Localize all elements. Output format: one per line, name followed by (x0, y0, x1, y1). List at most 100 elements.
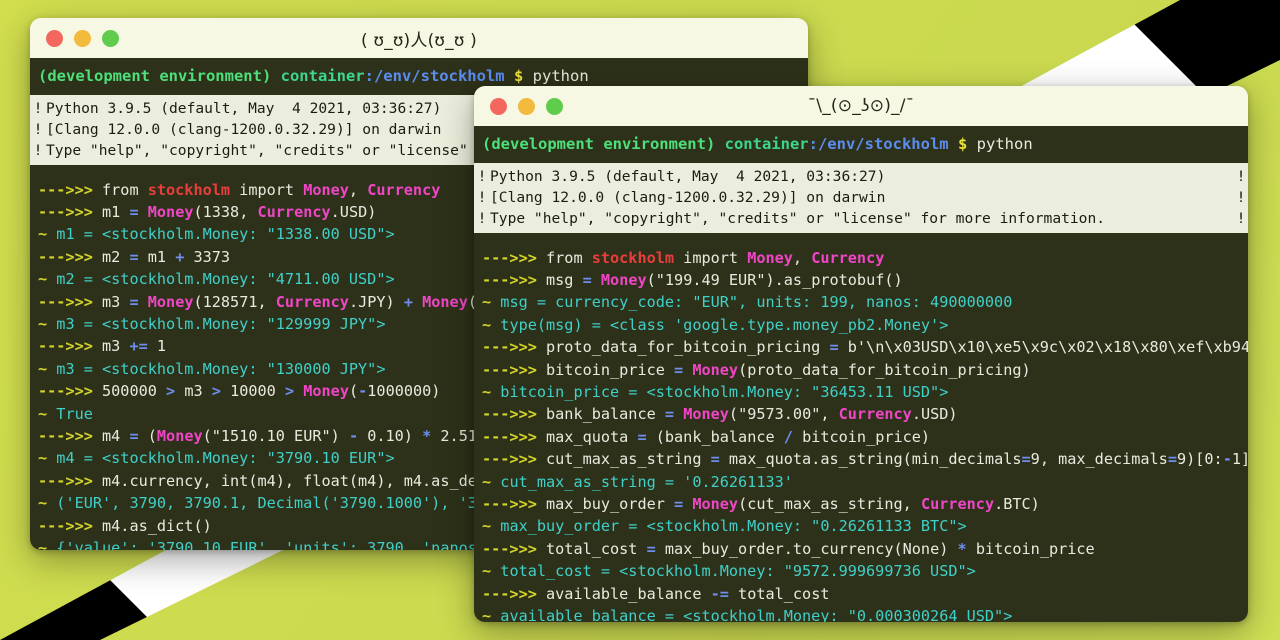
code-token: = (129, 247, 139, 266)
python-banner-line: ! [Clang 12.0.0 (clang-1200.0.32.29)] on … (474, 187, 1248, 208)
repl-prompt-marker: ~ (38, 314, 57, 333)
repl-output-2: --->>> from stockholm import Money, Curr… (474, 233, 1248, 623)
repl-input-line: --->>> from stockholm import Money, Curr… (482, 247, 1248, 269)
repl-prompt-marker: --->>> (482, 338, 547, 357)
repl-prompt-marker: --->>> (482, 494, 547, 513)
repl-result-text: cut_max_as_string = '0.26261133' (500, 472, 793, 491)
code-token: .USD) (911, 405, 958, 424)
code-token: = (582, 270, 592, 289)
prompt-dollar-2: $ (957, 135, 968, 153)
banner-text: Python 3.9.5 (default, May 4 2021, 03:36… (46, 99, 442, 117)
code-token: = (646, 539, 656, 558)
repl-result-text: m3 = <stockholm.Money: "129999 JPY"> (56, 314, 386, 333)
repl-input-line: --->>> cut_max_as_string = max_quota.as_… (482, 448, 1248, 470)
repl-result-text: msg = currency_code: "EUR", units: 199, … (500, 293, 1013, 312)
code-token: - (358, 382, 368, 401)
repl-input-line: --->>> available_balance -= total_cost (482, 583, 1248, 605)
code-token: 9, max_decimals (1030, 450, 1168, 469)
repl-prompt-marker: ~ (38, 539, 57, 550)
code-token: max_quota.as_string(min_decimals (719, 450, 1022, 469)
terminal-window-2[interactable]: ¯\_(⊙_ʖ⊙)_/¯ (development environment) c… (474, 86, 1248, 622)
repl-input-line: --->>> bank_balance = Money("9573.00", C… (482, 403, 1248, 425)
minimize-button-icon[interactable] (74, 29, 91, 47)
close-button-icon[interactable] (490, 97, 507, 115)
minimize-button-icon[interactable] (518, 97, 535, 115)
code-token: ("199.49 EUR").as_protobuf() (646, 270, 903, 289)
code-token: 1000000) (367, 382, 441, 401)
code-token: = (1021, 450, 1031, 469)
repl-output-line: ~ total_cost = <stockholm.Money: "9572.9… (482, 560, 1248, 582)
repl-prompt-marker: --->>> (38, 292, 103, 311)
terminal-body-2[interactable]: (development environment) container:/env… (474, 126, 1248, 622)
repl-prompt-marker: --->>> (482, 405, 547, 424)
code-token: * (422, 426, 432, 445)
repl-prompt-marker: ~ (38, 494, 57, 513)
code-token: 500000 (102, 382, 167, 401)
titlebar-2[interactable]: ¯\_(⊙_ʖ⊙)_/¯ (474, 86, 1248, 126)
code-token: from (546, 248, 592, 267)
repl-input-line: --->>> max_buy_order = Money(cut_max_as_… (482, 493, 1248, 515)
repl-prompt-marker: --->>> (482, 248, 547, 267)
repl-prompt-marker: --->>> (482, 270, 547, 289)
repl-result-text: type(msg) = <class 'google.type.money_pb… (500, 315, 949, 334)
code-token: = (664, 405, 675, 424)
prompt-env-2: (development environment) (482, 135, 716, 153)
zoom-button-icon[interactable] (546, 97, 563, 115)
repl-prompt-marker: ~ (38, 404, 57, 423)
code-token: bitcoin_price (546, 360, 675, 379)
code-token: Money (303, 180, 349, 199)
repl-result-text: m3 = <stockholm.Money: "130000 JPY"> (56, 359, 386, 378)
repl-result-text: total_cost = <stockholm.Money: "9572.999… (500, 562, 976, 581)
repl-prompt-marker: --->>> (38, 426, 103, 445)
code-token: bitcoin_price (966, 539, 1095, 558)
code-token: = (674, 494, 684, 513)
code-token: 1 (147, 337, 167, 356)
code-token: Money (600, 270, 647, 289)
code-token: Money (692, 494, 739, 513)
code-token: total_cost (546, 539, 647, 558)
code-token: ("1510.10 EUR") (202, 426, 349, 445)
repl-prompt-marker: --->>> (38, 516, 103, 535)
code-token: Currency (811, 248, 885, 267)
code-token: Money (422, 292, 468, 311)
code-token: -= (710, 584, 729, 603)
code-token: ( (138, 426, 157, 445)
prompt-command-2: python (976, 135, 1033, 153)
code-token: Currency (920, 494, 995, 513)
code-token: Money (156, 426, 203, 445)
repl-input-line: --->>> proto_data_for_bitcoin_pricing = … (482, 336, 1248, 358)
repl-prompt-marker: --->>> (482, 450, 547, 469)
code-token: = (637, 427, 647, 446)
code-token: + (403, 292, 413, 311)
code-token: Currency (367, 180, 441, 199)
repl-prompt-marker: --->>> (482, 584, 547, 603)
repl-prompt-marker: --->>> (38, 382, 103, 401)
repl-prompt-marker: --->>> (38, 202, 103, 221)
banner-marker-right: ! (1236, 188, 1246, 206)
prompt-env-1: (development environment) (38, 67, 272, 85)
code-token: proto_data_for_bitcoin_pricing (546, 338, 830, 357)
repl-result-text: max_buy_order = <stockholm.Money: "0.262… (500, 517, 967, 536)
code-token: Money (147, 202, 194, 221)
close-button-icon[interactable] (46, 29, 63, 47)
banner-text: Type "help", "copyright", "credits" or "… (46, 141, 478, 159)
repl-input-line: --->>> total_cost = max_buy_order.to_cur… (482, 538, 1248, 560)
window-title-2: ¯\_(⊙_ʖ⊙)_/¯ (807, 96, 915, 116)
code-token: m1 (138, 247, 176, 266)
code-token: + (175, 247, 185, 266)
repl-prompt-marker: ~ (482, 472, 501, 491)
code-token: = (1167, 450, 1177, 469)
code-token: cut_max_as_string (546, 450, 711, 469)
prompt-host-1: container (280, 67, 365, 85)
code-token: * (957, 539, 967, 558)
code-token: = (829, 338, 839, 357)
code-token: Money (303, 382, 349, 401)
repl-output-line: ~ max_buy_order = <stockholm.Money: "0.2… (482, 515, 1248, 537)
zoom-button-icon[interactable] (102, 29, 119, 47)
code-token: .JPY) (348, 292, 404, 311)
window-title-1: ( ʊ_ʊ)人(ʊ_ʊ ) (361, 30, 477, 51)
titlebar-1[interactable]: ( ʊ_ʊ)人(ʊ_ʊ ) (30, 18, 808, 58)
repl-prompt-marker: ~ (482, 607, 501, 622)
